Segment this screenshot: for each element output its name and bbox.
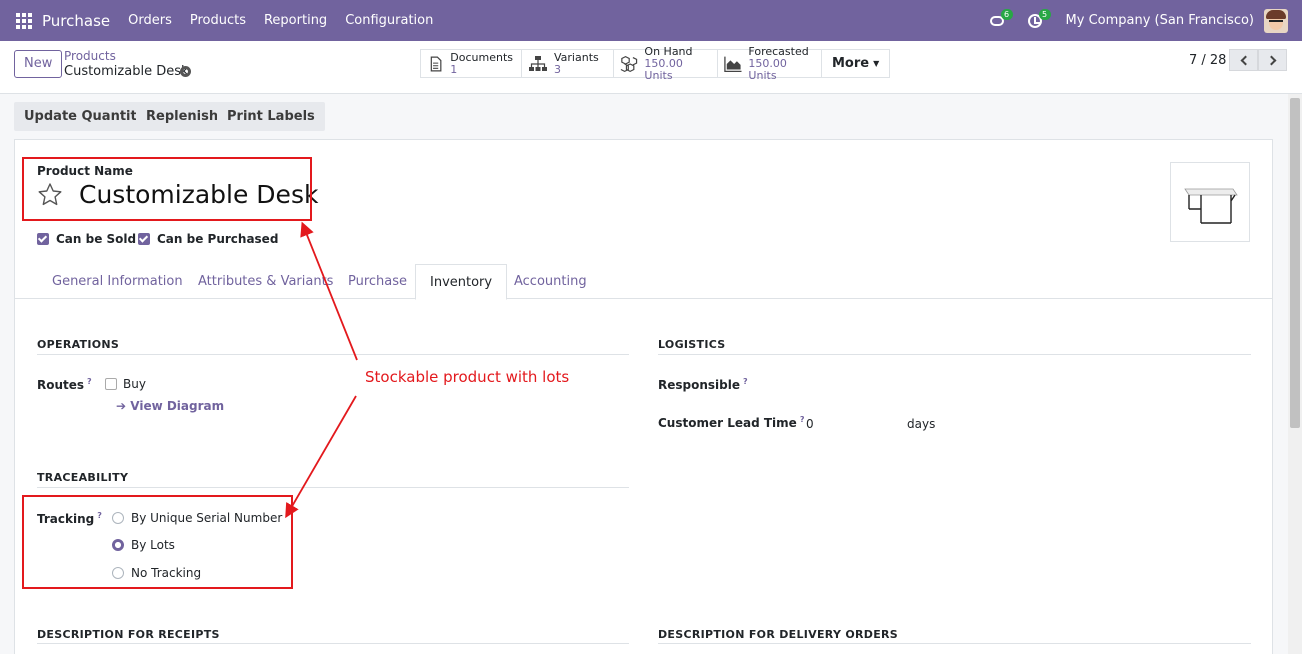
arrow-right-icon: ➔ [116,399,127,413]
gear-icon[interactable] [180,66,191,77]
scrollbar-thumb[interactable] [1290,98,1300,428]
notebook-tabs: General Information Attributes & Variant… [15,264,1272,300]
on-hand-smart-button[interactable]: On Hand 150.00 Units [614,45,718,81]
lead-time-label: Customer Lead Time? [658,415,804,430]
tab-purchase[interactable]: Purchase [334,264,421,299]
delivery-divider [658,643,1251,644]
lead-time-help-icon[interactable]: ? [800,415,805,424]
activities-badge: 5 [1038,8,1051,20]
routes-label-text: Routes [37,378,85,392]
pager-value[interactable]: 7 / 28 [1189,53,1226,68]
update-quantity-button[interactable]: Update Quantity [14,102,156,131]
view-diagram-label: View Diagram [130,399,225,413]
desk-image [1184,188,1238,224]
apps-menu-icon[interactable] [16,12,32,29]
routes-label: Routes? [37,377,92,392]
messages-icon[interactable]: 6 [989,8,1013,30]
more-button[interactable]: More ▼ [822,50,889,77]
can-be-sold-row: Can be Sold [37,232,136,246]
forecasted-value: 150.00 Units [748,56,787,82]
description-delivery-title: DESCRIPTION FOR DELIVERY ORDERS [658,628,899,641]
can-be-purchased-checkbox[interactable] [138,233,150,245]
on-hand-value: 150.00 Units [644,56,683,82]
documents-smart-button[interactable]: Documents 1 [421,50,522,77]
operations-divider [37,354,629,355]
menu-orders[interactable]: Orders [128,13,172,28]
operations-title: OPERATIONS [37,338,120,351]
tracking-highlight-box [22,495,293,589]
documents-label: Documents [450,50,513,64]
caret-down-icon: ▼ [873,59,880,68]
tab-accounting[interactable]: Accounting [500,264,601,299]
lead-time-input[interactable]: 0 [806,417,814,431]
forecasted-smart-button[interactable]: Forecasted 150.00 Units [718,45,822,81]
control-panel: New Products Customizable Desk Documents… [0,41,1302,94]
breadcrumb-products[interactable]: Products [64,49,116,63]
description-receipts-title: DESCRIPTION FOR RECEIPTS [37,628,220,641]
responsible-label: Responsible? [658,377,748,392]
route-buy-label: Buy [123,377,146,391]
variants-label: Variants [554,50,599,64]
responsible-help-icon[interactable]: ? [743,377,748,386]
responsible-label-text: Responsible [658,378,740,392]
traceability-divider [37,487,629,488]
logistics-divider [658,354,1251,355]
tab-general-information[interactable]: General Information [38,264,197,299]
route-buy-checkbox[interactable] [105,378,117,390]
cubes-icon [620,55,638,72]
traceability-title: TRACEABILITY [37,471,129,484]
top-navbar: Purchase Orders Products Reporting Confi… [0,0,1302,41]
product-name-highlight-box [22,157,312,221]
lead-time-label-text: Customer Lead Time [658,416,797,430]
replenish-button[interactable]: Replenish [136,102,229,131]
vertical-scrollbar[interactable] [1288,94,1302,654]
view-diagram-link[interactable]: ➔ View Diagram [116,399,224,413]
smart-buttons: Documents 1 Variants 3 On Hand 150.00 Un… [420,45,891,81]
sitemap-icon [529,55,547,71]
variants-smart-button[interactable]: Variants 3 [522,50,614,77]
receipts-divider [37,643,629,644]
can-be-sold-checkbox[interactable] [37,233,49,245]
document-icon [430,55,442,72]
can-be-purchased-label: Can be Purchased [157,232,279,246]
product-image[interactable] [1170,162,1250,242]
tab-inventory[interactable]: Inventory [415,264,508,300]
documents-value: 1 [450,62,458,76]
new-button[interactable]: New [14,50,63,78]
messages-badge: 6 [1000,8,1013,20]
tab-attributes-variants[interactable]: Attributes & Variants [184,264,347,299]
pager-next-button[interactable] [1258,49,1287,71]
annotation-label: Stockable product with lots [365,368,570,386]
activities-icon[interactable]: 5 [1027,8,1051,30]
more-label: More [832,56,870,71]
user-avatar[interactable] [1264,8,1288,33]
menu-reporting[interactable]: Reporting [264,13,327,28]
area-chart-icon [724,56,742,72]
menu-configuration[interactable]: Configuration [345,13,433,28]
chevron-right-icon [1266,55,1276,65]
forecasted-label: Forecasted [748,44,809,58]
can-be-sold-label: Can be Sold [56,232,137,246]
variants-value: 3 [554,62,561,76]
chevron-left-icon [1240,55,1250,65]
breadcrumb-current: Customizable Desk [64,64,189,79]
app-brand[interactable]: Purchase [42,12,110,30]
print-labels-button[interactable]: Print Labels [217,102,325,131]
menu-products[interactable]: Products [190,13,246,28]
routes-help-icon[interactable]: ? [87,377,92,386]
lead-time-unit: days [907,417,936,431]
company-switcher[interactable]: My Company (San Francisco) [1066,13,1254,28]
logistics-title: LOGISTICS [658,338,726,351]
on-hand-label: On Hand [644,44,693,58]
can-be-purchased-row: Can be Purchased [138,232,278,246]
pager-previous-button[interactable] [1229,49,1258,71]
